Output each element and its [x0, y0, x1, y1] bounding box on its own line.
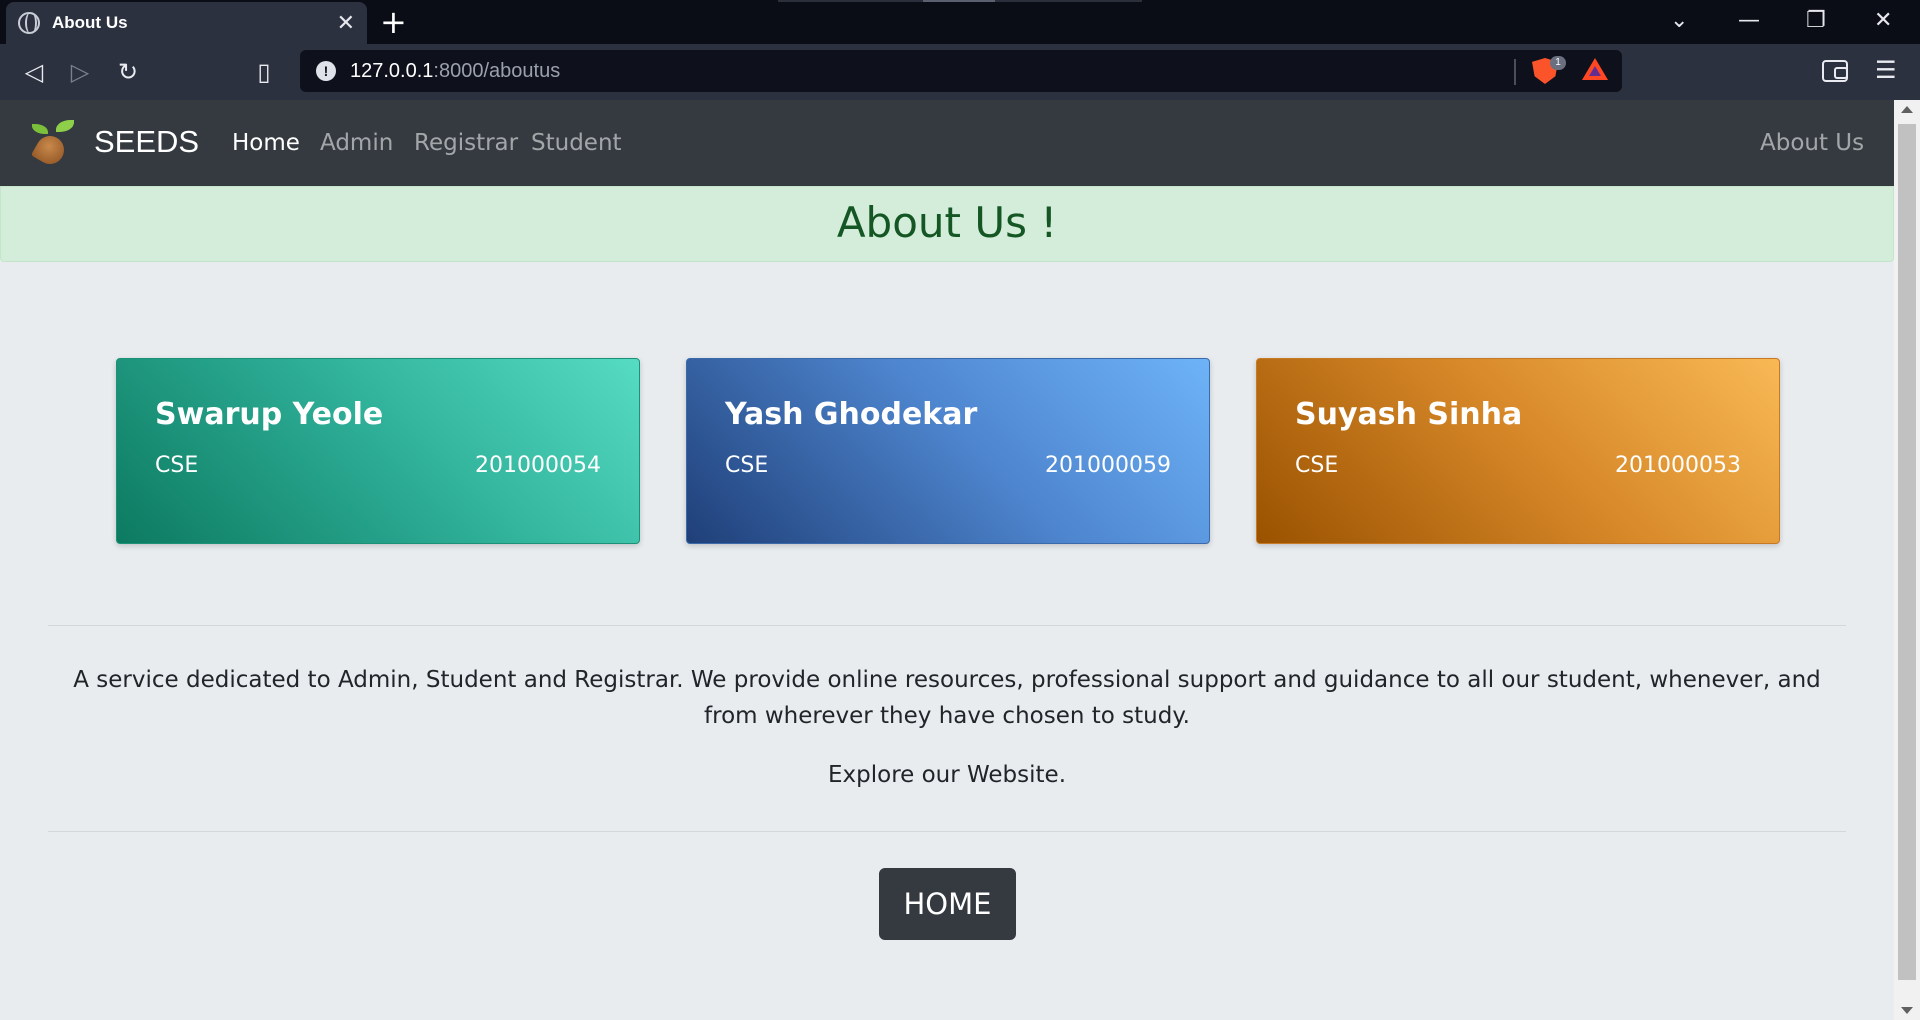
member-roll: 201000059: [1045, 453, 1171, 478]
globe-icon: [18, 12, 40, 34]
home-button[interactable]: HOME: [879, 868, 1016, 940]
seeds-logo-icon[interactable]: [30, 120, 76, 170]
member-card: Yash Ghodekar CSE 201000059: [686, 358, 1210, 544]
page-title: About Us !: [836, 198, 1058, 247]
member-card: Swarup Yeole CSE 201000054: [116, 358, 640, 544]
browser-toolbar: ◁ ▷ ↻ ▯ ! 127.0.0.1:8000/aboutus 1 ☰: [0, 44, 1920, 100]
member-dept: CSE: [155, 453, 199, 478]
brand-name[interactable]: SEEDS: [94, 124, 199, 160]
address-bar[interactable]: ! 127.0.0.1:8000/aboutus 1: [300, 50, 1622, 92]
nav-student[interactable]: Student: [531, 130, 622, 156]
window-close-icon[interactable]: ✕: [1874, 8, 1892, 33]
url-path: :8000/aboutus: [433, 59, 561, 82]
tab-close-icon[interactable]: ✕: [337, 11, 355, 36]
member-roll: 201000054: [475, 453, 601, 478]
site-navbar: SEEDS Home Admin Registrar Student About…: [0, 100, 1894, 186]
explore-text: Explore our Website.: [827, 762, 1067, 788]
address-bar-divider: [1514, 59, 1516, 85]
forward-icon[interactable]: ▷: [64, 56, 96, 88]
member-card: Suyash Sinha CSE 201000053: [1256, 358, 1780, 544]
nav-admin[interactable]: Admin: [320, 130, 393, 156]
browser-tab-strip: About Us ✕ + ⌄ — ❐ ✕: [0, 0, 1920, 44]
restore-icon[interactable]: ❐: [1806, 8, 1826, 33]
tab-title: About Us: [52, 13, 128, 32]
divider: [48, 831, 1846, 832]
nav-home[interactable]: Home: [232, 130, 300, 156]
rewards-icon[interactable]: [1582, 58, 1608, 80]
member-roll: 201000053: [1615, 453, 1741, 478]
page-viewport: SEEDS Home Admin Registrar Student About…: [0, 100, 1894, 1020]
scroll-down-icon[interactable]: [1901, 1007, 1913, 1014]
shield-count-badge: 1: [1550, 56, 1566, 70]
reload-icon[interactable]: ↻: [112, 56, 144, 88]
browser-tab[interactable]: About Us ✕: [6, 2, 367, 44]
minimize-icon[interactable]: —: [1738, 8, 1760, 33]
member-name: Suyash Sinha: [1295, 397, 1523, 432]
nav-registrar[interactable]: Registrar: [414, 130, 518, 156]
site-info-icon[interactable]: !: [316, 61, 336, 81]
page-heading-banner: About Us !: [0, 186, 1894, 262]
about-description: A service dedicated to Admin, Student an…: [73, 667, 1821, 729]
tab-search-icon[interactable]: ⌄: [1670, 8, 1688, 33]
member-dept: CSE: [1295, 453, 1339, 478]
wallet-icon[interactable]: [1822, 60, 1848, 82]
new-tab-button[interactable]: +: [380, 4, 407, 40]
page-scrollbar[interactable]: [1894, 100, 1920, 1020]
member-name: Yash Ghodekar: [725, 397, 978, 432]
back-icon[interactable]: ◁: [18, 56, 50, 88]
bookmark-icon[interactable]: ▯: [248, 56, 280, 88]
divider: [48, 625, 1846, 626]
scrollbar-thumb[interactable]: [1898, 124, 1916, 980]
member-name: Swarup Yeole: [155, 397, 384, 432]
scroll-up-icon[interactable]: [1901, 106, 1913, 113]
nav-about-us[interactable]: About Us: [1760, 130, 1864, 156]
menu-icon[interactable]: ☰: [1875, 56, 1897, 84]
url-host: 127.0.0.1: [350, 59, 434, 82]
tab-strip-indicator: [923, 0, 995, 2]
member-dept: CSE: [725, 453, 769, 478]
